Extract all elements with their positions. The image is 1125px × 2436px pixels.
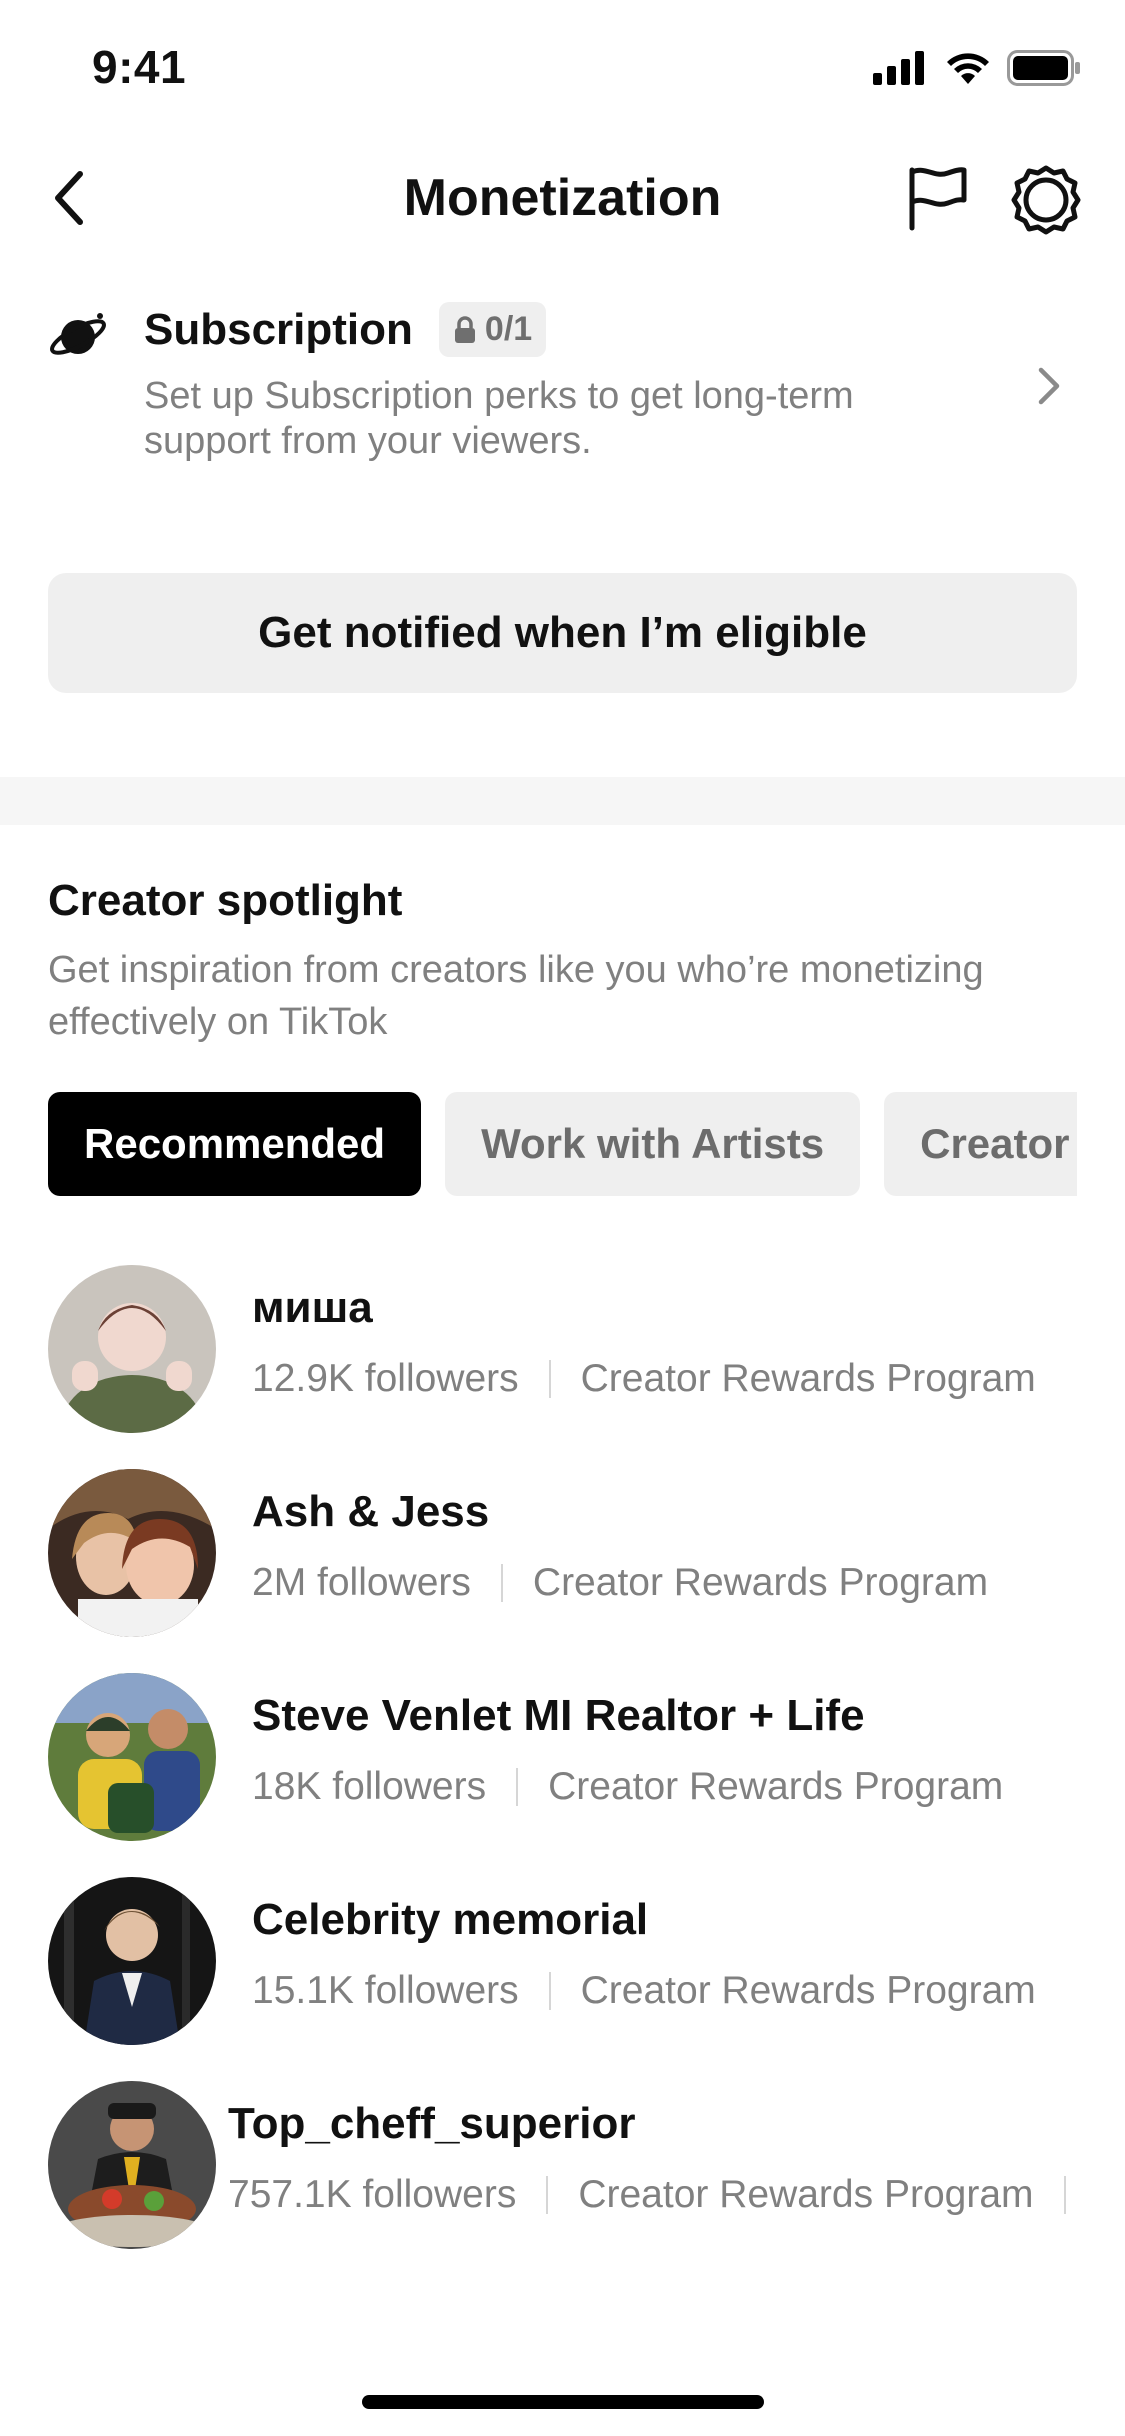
subscription-row[interactable]: Subscription 0/1 Set up Subscription per… [0, 290, 1125, 490]
get-notified-button[interactable]: Get notified when I’m eligible [48, 573, 1077, 693]
creator-followers: 12.9K followers [252, 1357, 519, 1400]
status-bar: 9:41 [0, 0, 1125, 140]
creator-list-item[interactable]: Celebrity memorial 15.1K followers Creat… [0, 1877, 1125, 2047]
avatar[interactable] [48, 1265, 216, 1433]
chevron-right-icon [1038, 367, 1060, 405]
lock-icon [454, 315, 475, 343]
creator-meta: 2M followers Creator Rewards Program [252, 1561, 988, 1605]
creator-list-item[interactable]: Steve Venlet MI Realtor + Life 18K follo… [0, 1673, 1125, 1843]
spotlight-description: Get inspiration from creators like you w… [48, 949, 984, 1043]
creator-name: миша [252, 1283, 373, 1332]
section-divider [0, 777, 1125, 825]
creator-meta: 15.1K followers Creator Rewards Program [252, 1969, 1036, 2013]
meta-separator [500, 1564, 503, 1602]
creator-meta: 18K followers Creator Rewards Program [252, 1765, 1003, 1809]
tab-work-with-artists[interactable]: Work with Artists [445, 1092, 861, 1196]
creator-meta: 12.9K followers Creator Rewards Program [252, 1357, 1036, 1401]
spotlight-tabs: Recommended Work with Artists Creator [48, 1092, 1077, 1196]
creator-meta: 757.1K followers Creator Rewards Program [228, 2173, 1096, 2217]
creator-followers: 757.1K followers [228, 2173, 517, 2216]
battery-icon [1007, 50, 1080, 86]
meta-separator [548, 1972, 551, 2010]
creator-followers: 15.1K followers [252, 1969, 519, 2012]
settings-button[interactable] [1010, 164, 1082, 236]
cellular-signal-icon [873, 51, 924, 85]
meta-separator [548, 1360, 551, 1398]
meta-separator [546, 2176, 549, 2214]
creator-list-item[interactable]: миша 12.9K followers Creator Rewards Pro… [0, 1265, 1125, 1435]
home-indicator[interactable] [362, 2395, 764, 2409]
avatar[interactable] [48, 1877, 216, 2045]
tab-recommended[interactable]: Recommended [48, 1092, 422, 1196]
creator-program: Creator Rewards Program [580, 1969, 1036, 2012]
subscription-header: Subscription 0/1 [144, 302, 547, 357]
creator-program: Creator Rewards Program [548, 1765, 1004, 1808]
meta-separator [516, 1768, 519, 1806]
subscription-badge: 0/1 [438, 302, 547, 357]
creator-followers: 18K followers [252, 1765, 487, 1808]
creator-name: Ash & Jess [252, 1487, 490, 1536]
planet-icon [50, 313, 106, 355]
avatar[interactable] [48, 1673, 216, 1841]
creator-program: Creator Rewards Program [578, 2173, 1034, 2216]
subscription-badge-count: 0/1 [484, 310, 533, 348]
creator-list-item[interactable]: Ash & Jess 2M followers Creator Rewards … [0, 1469, 1125, 1639]
meta-separator [1063, 2176, 1066, 2214]
wifi-icon [947, 53, 989, 84]
creator-program: Creator Rewards Program [532, 1561, 989, 1604]
creator-program: Creator Rewards Program [580, 1357, 1036, 1400]
monetization-screen: 9:41 Monetization Subscription 0/1 Set u… [0, 0, 1125, 2436]
report-button[interactable] [904, 164, 972, 232]
creator-followers: 2M followers [252, 1561, 471, 1604]
subscription-description: Set up Subscription perks to get long-te… [144, 375, 854, 462]
creator-name: Celebrity memorial [252, 1895, 649, 1944]
creator-name: Top_cheff_superior [228, 2099, 636, 2148]
flag-icon [909, 167, 967, 231]
creator-list-item[interactable]: Top_cheff_superior 757.1K followers Crea… [0, 2081, 1125, 2251]
creator-name: Steve Venlet MI Realtor + Life [252, 1691, 865, 1740]
status-icons [873, 50, 1083, 86]
subscription-title: Subscription [144, 304, 413, 354]
avatar[interactable] [48, 1469, 216, 1637]
nav-bar: Monetization [0, 140, 1125, 256]
spotlight-title: Creator spotlight [48, 876, 403, 925]
gear-icon [1011, 165, 1081, 235]
tab-creator[interactable]: Creator [884, 1092, 1077, 1196]
status-time: 9:41 [92, 41, 187, 93]
avatar[interactable] [48, 2081, 216, 2249]
